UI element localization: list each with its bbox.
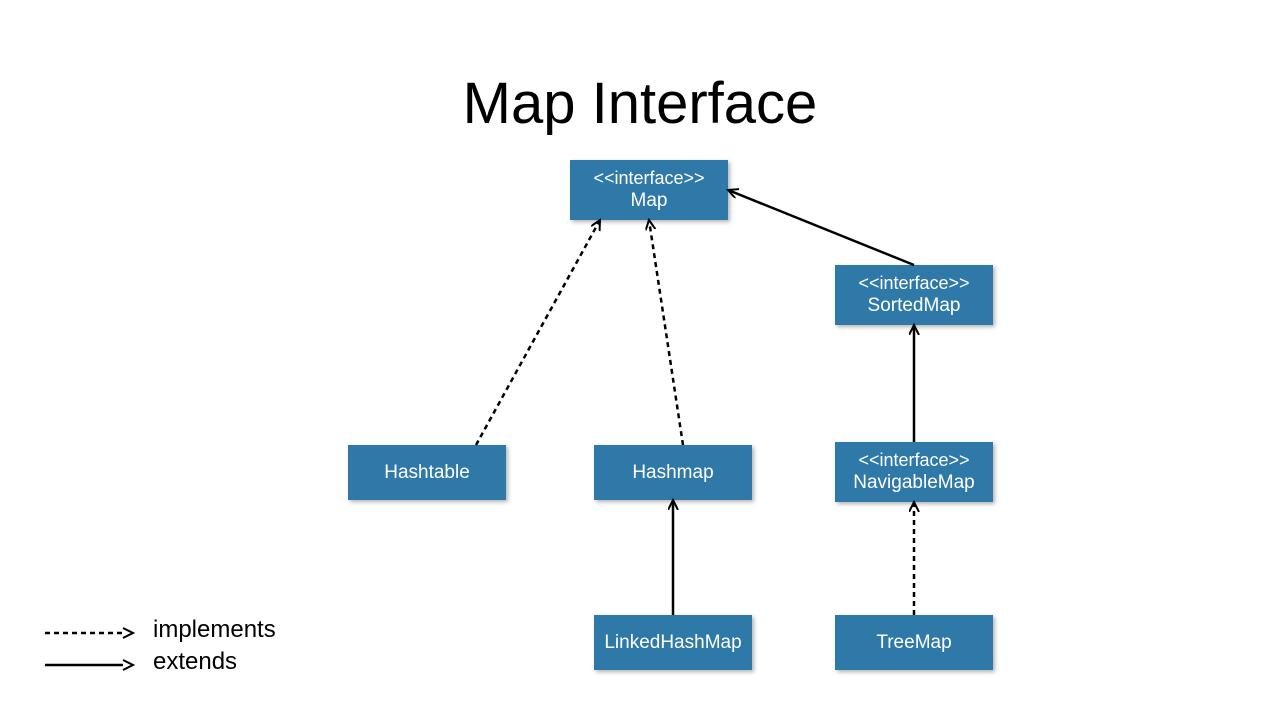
node-navigablemap: <<interface>> NavigableMap: [835, 442, 993, 502]
stereotype-label: <<interface>>: [858, 272, 969, 295]
legend-row-implements: implements: [45, 616, 276, 644]
node-sortedmap: <<interface>> SortedMap: [835, 265, 993, 325]
node-treemap: TreeMap: [835, 615, 993, 670]
legend-line-solid-icon: [45, 653, 135, 671]
legend-label: extends: [153, 648, 237, 676]
node-linkedhashmap: LinkedHashMap: [594, 615, 752, 670]
node-hashmap: Hashmap: [594, 445, 752, 500]
legend: implements extends: [45, 612, 276, 680]
node-label: Map: [631, 189, 668, 213]
legend-row-extends: extends: [45, 648, 276, 676]
node-label: TreeMap: [876, 631, 951, 655]
node-label: LinkedHashMap: [604, 631, 741, 655]
node-map: <<interface>> Map: [570, 160, 728, 220]
edge-sortedmap-to-map: [728, 190, 914, 265]
node-hashtable: Hashtable: [348, 445, 506, 500]
legend-label: implements: [153, 616, 276, 644]
stereotype-label: <<interface>>: [858, 449, 969, 472]
node-label: SortedMap: [868, 294, 961, 318]
legend-line-dashed-icon: [45, 621, 135, 639]
edge-hashmap-to-map: [649, 220, 683, 445]
node-label: Hashmap: [632, 461, 713, 485]
diagram-title: Map Interface: [0, 70, 1280, 137]
node-label: NavigableMap: [853, 471, 974, 495]
node-label: Hashtable: [384, 461, 470, 485]
edge-hashtable-to-map: [476, 220, 600, 445]
stereotype-label: <<interface>>: [593, 167, 704, 190]
